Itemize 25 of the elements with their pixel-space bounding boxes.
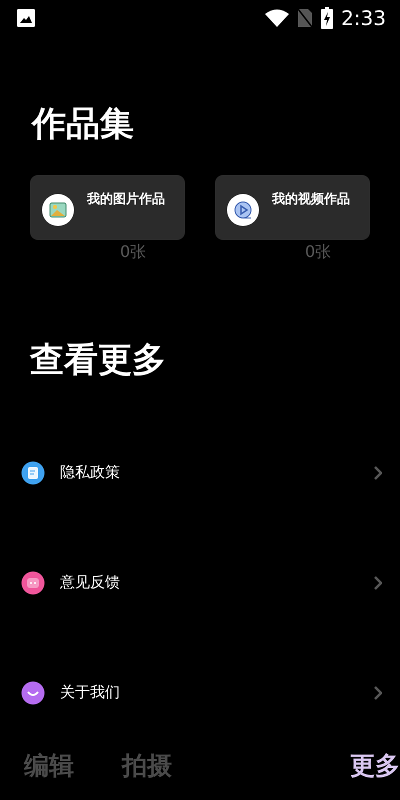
work-card[interactable]: 我的图片作品 [30, 174, 185, 240]
section-title: 查看更多 [30, 340, 167, 381]
menu-item[interactable]: 意见反馈 [21, 570, 382, 595]
menu-label: 关于我们 [60, 682, 121, 704]
card-title: 我的视频作品 [272, 190, 350, 209]
tab[interactable]: 更多 [350, 746, 400, 784]
work-card[interactable]: 我的视频作品 [215, 174, 370, 240]
card-title: 我的图片作品 [87, 190, 165, 209]
count-text: 0张 [305, 240, 332, 263]
image-icon [42, 194, 74, 226]
chevron-right-icon [374, 466, 382, 480]
menu-item[interactable]: 关于我们 [21, 680, 382, 705]
section-title: 作品集 [32, 104, 135, 145]
battery-charging-icon [321, 7, 334, 29]
play-icon [227, 194, 259, 226]
clock-time: 2:33 [341, 5, 386, 32]
count-text: 0张 [120, 240, 146, 263]
image-icon [16, 8, 36, 28]
chevron-right-icon [374, 576, 382, 590]
no-sim-icon [297, 8, 314, 28]
menu-label: 意见反馈 [60, 572, 121, 594]
wifi-icon [265, 9, 290, 27]
chevron-right-icon [374, 686, 382, 700]
menu-item[interactable]: 隐私政策 [21, 460, 382, 485]
menu-label: 隐私政策 [60, 462, 121, 484]
